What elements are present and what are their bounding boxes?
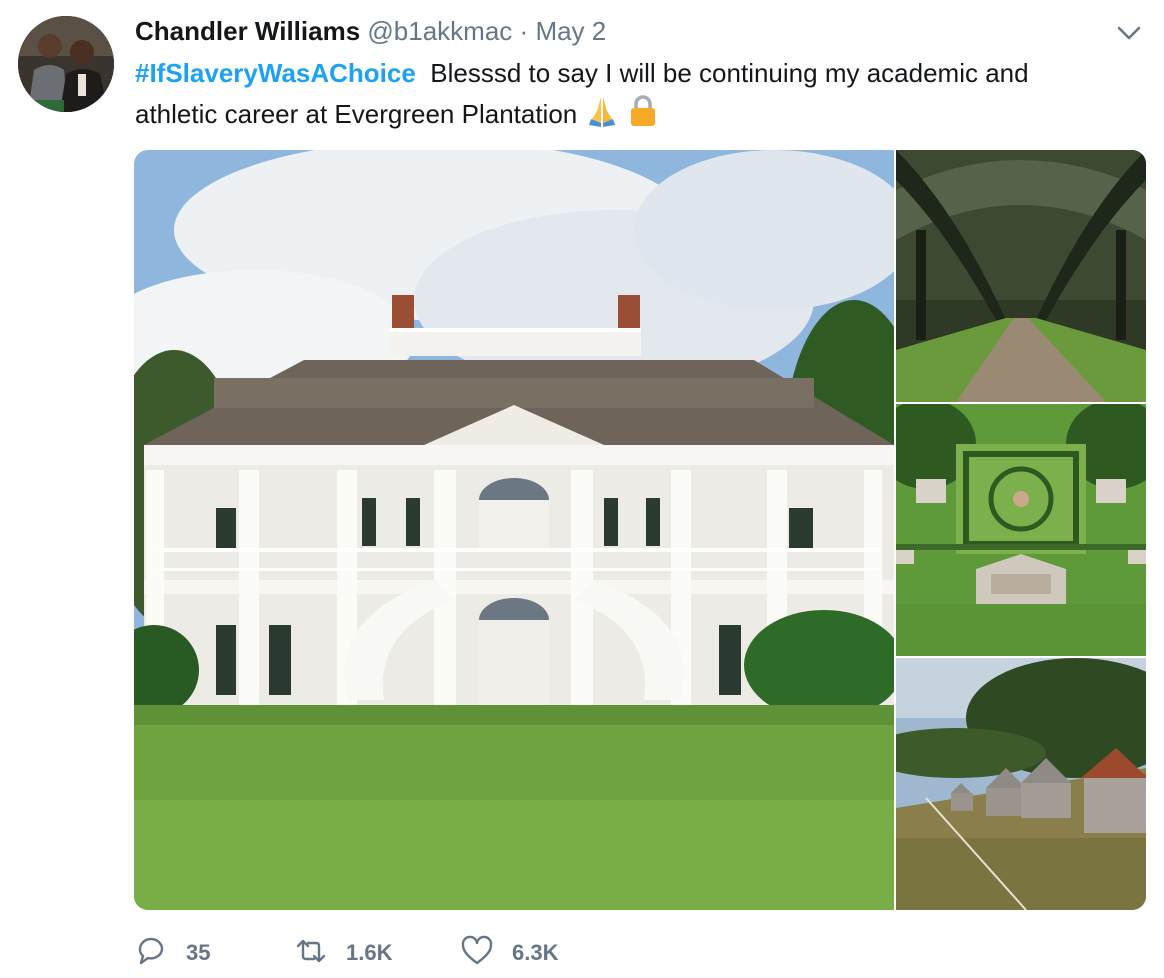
author-handle[interactable]: @b1akkmac [367,16,512,46]
photo-slave-cabins[interactable] [896,658,1146,910]
photo-oak-alley-road[interactable] [896,150,1146,402]
photo-aerial-garden[interactable] [896,404,1146,656]
tweet-date[interactable]: May 2 [535,16,606,46]
retweet-count: 1.6K [346,940,393,965]
reply-button[interactable]: 35 [134,930,210,976]
chevron-down-icon[interactable] [1114,18,1144,48]
heart-icon [460,934,494,973]
retweet-button[interactable]: 1.6K [294,930,392,976]
like-button[interactable]: 6.3K [460,930,558,976]
tweet-header: Chandler Williams @b1akkmac · May 2 [135,14,606,48]
author-name[interactable]: Chandler Williams [135,16,360,46]
tweet-text: #IfSlaveryWasAChoice Blesssd to say I wi… [135,54,1135,138]
reply-count: 35 [186,940,211,965]
lock-emoji [626,93,660,138]
like-count: 6.3K [512,940,559,965]
tweet-text-line1: Blesssd to say I will be continuing my a… [430,58,1029,88]
hashtag-link[interactable]: #IfSlaveryWasAChoice [135,58,416,88]
tweet-text-line2: athletic career at Evergreen Plantation [135,99,578,129]
praying-hands-emoji [585,93,619,138]
media-grid [134,150,1146,910]
avatar[interactable] [18,16,114,112]
reply-icon [134,934,168,973]
separator-dot: · [519,16,529,46]
photo-plantation-house[interactable] [134,150,894,910]
retweet-icon [294,934,328,973]
